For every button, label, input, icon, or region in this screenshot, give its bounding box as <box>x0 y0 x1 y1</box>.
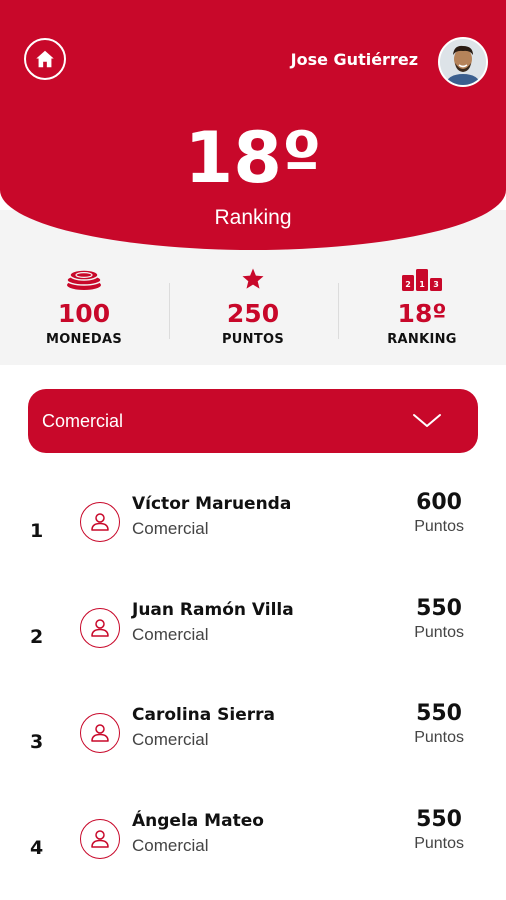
avatar[interactable] <box>438 37 488 87</box>
user-points: 550 <box>416 701 462 726</box>
user-icon <box>80 608 120 648</box>
user-points: 550 <box>416 596 462 621</box>
podium-icon: 2 1 3 <box>402 269 442 291</box>
user-role: Comercial <box>132 836 209 855</box>
profile-header: Jose Gutiérrez 18º Ranking <box>0 0 506 250</box>
user-role: Comercial <box>132 625 209 644</box>
points-label: Puntos <box>414 835 464 852</box>
home-icon <box>36 50 54 68</box>
user-icon <box>80 502 120 542</box>
ranking-position-number: 1 <box>30 520 44 542</box>
user-name: Juan Ramón Villa <box>132 600 294 620</box>
points-label: Puntos <box>414 624 464 641</box>
user-icon <box>80 819 120 859</box>
home-button[interactable] <box>24 38 66 80</box>
dropdown-selected-value: Comercial <box>42 410 124 431</box>
user-points: 600 <box>416 490 462 515</box>
stat-points: 250 PUNTOS <box>169 265 337 347</box>
user-name: Víctor Maruenda <box>132 494 292 514</box>
user-role: Comercial <box>132 730 209 749</box>
user-icon <box>80 713 120 753</box>
coins-value: 100 <box>57 299 111 328</box>
user-name: Ángela Mateo <box>132 811 264 831</box>
svg-text:2: 2 <box>405 280 411 289</box>
stat-coins: 100 MONEDAS <box>0 265 168 347</box>
user-role: Comercial <box>132 519 209 538</box>
points-label: Puntos <box>414 729 464 746</box>
ranking-row[interactable]: 3 Carolina Sierra Comercial 550 Puntos <box>0 699 506 789</box>
stat-ranking: 2 1 3 18º RANKING <box>338 265 506 347</box>
avatar-image <box>440 39 486 85</box>
user-name: Carolina Sierra <box>132 705 275 725</box>
star-icon <box>242 268 264 289</box>
points-label: PUNTOS <box>221 332 285 347</box>
ranking-row[interactable]: 2 Juan Ramón Villa Comercial 550 Puntos <box>0 594 506 684</box>
points-value: 250 <box>226 299 280 328</box>
ranking-position-number: 4 <box>30 837 44 859</box>
chevron-down-icon <box>413 414 441 427</box>
svg-text:1: 1 <box>419 280 425 289</box>
ranking-position-number: 2 <box>30 626 44 648</box>
ranking-position-number: 3 <box>30 731 44 753</box>
ranking-row[interactable]: 1 Víctor Maruenda Comercial 600 Puntos <box>0 488 506 578</box>
svg-text:3: 3 <box>433 280 439 289</box>
ranking-stat-label: RANKING <box>387 332 457 347</box>
user-name: Jose Gutiérrez <box>290 50 418 69</box>
category-dropdown[interactable]: Comercial <box>28 389 478 453</box>
ranking-value: 18º <box>397 299 447 328</box>
coins-label: MONEDAS <box>45 332 123 347</box>
ranking-label: Ranking <box>214 206 292 229</box>
ranking-position: 18º <box>184 117 322 199</box>
user-points: 550 <box>416 807 462 832</box>
coins-icon <box>66 269 102 290</box>
points-label: Puntos <box>414 518 464 535</box>
ranking-row[interactable]: 4 Ángela Mateo Comercial 550 Puntos <box>0 805 506 895</box>
